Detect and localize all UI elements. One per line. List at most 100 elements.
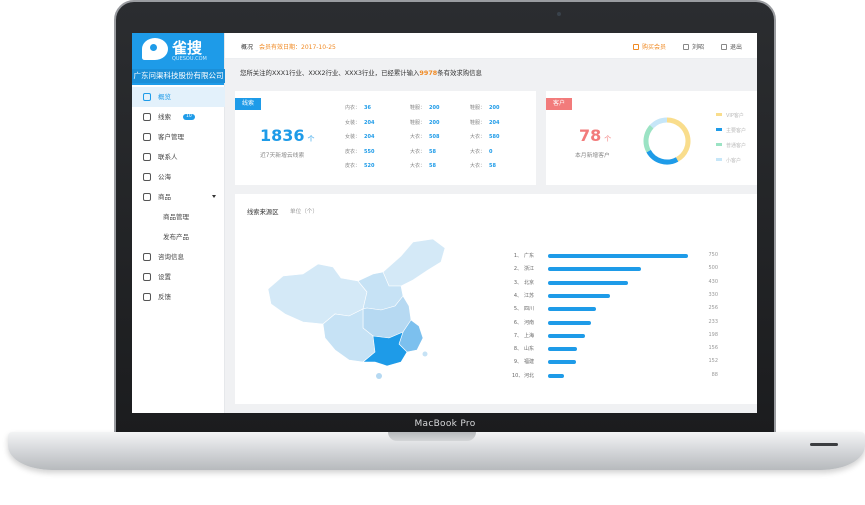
leads-cell-label: 大衣： [470,148,486,155]
sidebar-item-label: 联系人 [158,153,178,161]
logo[interactable]: 雀搜 QUESOU.COM 广东问渠科技股份有限公司 [132,33,225,85]
leads-cell: 大衣： 0 [470,148,493,155]
account-name: 刘昭 [692,44,705,51]
sidebar-item-7[interactable]: 发布产品 [132,227,225,247]
contact-icon [143,153,151,161]
sources-title: 线索来源区 [247,209,279,216]
sidebar-item-8[interactable]: 咨询信息 [132,247,225,267]
leads-cell: 鞋服： 204 [470,119,499,126]
rank-region: 河南 [524,319,535,326]
chat-icon [143,253,151,261]
sidebar-item-label: 设置 [158,273,171,281]
legend-label: VIP客户 [726,113,744,119]
sidebar-item-label: 公海 [158,173,171,181]
rank-number: 1、 [513,253,522,259]
legend-item: 普通客户 [716,142,746,149]
rank-number: 4、 [513,292,522,299]
customers-total: 78 个 [579,126,611,145]
leads-cell-label: 大衣： [410,163,426,169]
legend-label: 主要客户 [726,128,747,134]
cart-icon [143,113,151,121]
rank-value: 198 [708,331,718,338]
leads-cell: 大衣： 58 [410,148,436,155]
notice-prefix: 您所关注的XXX1行业、XXX2行业、XXX3行业，已经累计输入 [240,69,420,77]
user-icon [683,44,689,50]
donut-segment [666,117,691,162]
rank-bar [548,360,577,365]
customers-number: 78 [579,126,602,145]
leads-cell-label: 鞋服： [410,105,426,111]
legend-swatch [716,143,722,146]
map-island [376,373,382,379]
leads-cell-value: 58 [429,148,436,155]
ranking-row: 8、 山东 156 [512,345,722,354]
leads-cell: 皮衣： 550 [345,148,374,155]
legend-label: 普通客户 [726,143,747,149]
sidebar-item-9[interactable]: 设置 [132,267,225,287]
customers-unit: 个 [604,135,612,143]
logout-link[interactable]: 退出 [721,42,742,51]
sidebar-item-10[interactable]: 反馈 [132,287,225,307]
rank-number: 6、 [513,319,522,326]
ranking-row: 3、 北京 430 [512,279,722,288]
rank-number: 7、 [513,332,522,339]
leads-cell: 皮衣： 520 [345,162,374,169]
leads-cell: 内衣： 36 [345,104,371,111]
rank-bar-track [548,347,698,352]
rank-bar-track [548,280,698,285]
ranking-row: 1、 广东 750 [512,252,722,261]
leads-cell-label: 鞋服： [410,119,426,126]
logo-subtext: QUESOU.COM [172,56,207,62]
rank-bar-track [548,293,698,298]
sidebar-item-4[interactable]: 公海 [132,167,225,187]
sidebar-item-label: 发布产品 [163,233,189,241]
ranking-row: 2、 浙江 500 [512,265,722,274]
rank-number: 10、 [512,372,524,379]
sidebar-item-2[interactable]: 客户管理 [132,127,225,147]
ranking-row: 10、 河北 88 [512,372,722,381]
sidebar: 雀搜 QUESOU.COM 广东问渠科技股份有限公司 概览 线索 10 客户管理联系人… [132,33,225,413]
leads-cell-label: 女装： [345,134,361,140]
rank-number: 2、 [513,266,522,273]
leads-cell: 大衣： 58 [410,162,436,169]
top-bar: 概况 会员有效日期：2017-10-25 购买会员 刘昭 退出 [225,33,757,59]
rank-bar-track [548,360,698,365]
buy-membership-link[interactable]: 购买会员 [633,42,666,51]
rank-region: 上海 [524,332,535,339]
leads-tag: 线索 [235,98,262,110]
rank-bar [548,254,688,258]
rank-bar [548,320,592,325]
legend-item: 主要客户 [716,127,746,134]
leads-cell-label: 大衣： [470,134,486,140]
leads-cell-label: 大衣： [410,148,426,155]
customer-donut-chart [643,117,691,165]
rank-value: 500 [708,265,718,272]
rank-value: 152 [708,358,718,365]
map-island-east [422,351,428,357]
rank-bar-track [548,267,698,272]
sidebar-item-0[interactable]: 概览 [132,87,225,107]
rank-bar-track [548,373,698,378]
sidebar-item-3[interactable]: 联系人 [132,147,225,167]
person-icon [143,133,151,141]
leads-cell: 女装： 204 [345,119,374,126]
ranking-row: 4、 江苏 330 [512,292,722,301]
leads-cell: 大衣： 508 [410,133,439,140]
notice-count: 9978 [419,69,438,77]
legend-label: 小客户 [726,158,742,164]
rank-bar [548,307,596,312]
sidebar-item-1[interactable]: 线索 10 [132,107,225,127]
page-title: 概况 [241,44,254,51]
caret-down-icon [212,195,216,198]
account-link[interactable]: 刘昭 [683,42,704,51]
rank-number: 3、 [513,279,522,286]
rank-region: 河北 [524,372,535,379]
laptop-indicator [810,443,838,446]
sidebar-item-label: 客户管理 [158,133,184,141]
leads-number: 1836 [260,126,305,145]
sidebar-item-6[interactable]: 商品管理 [132,207,225,227]
notice-suffix: 条有效求购信息 [437,69,482,77]
sidebar-item-5[interactable]: 商品 [132,187,225,207]
leads-total: 1836 个 [260,126,315,145]
rank-bar-track [548,254,698,258]
